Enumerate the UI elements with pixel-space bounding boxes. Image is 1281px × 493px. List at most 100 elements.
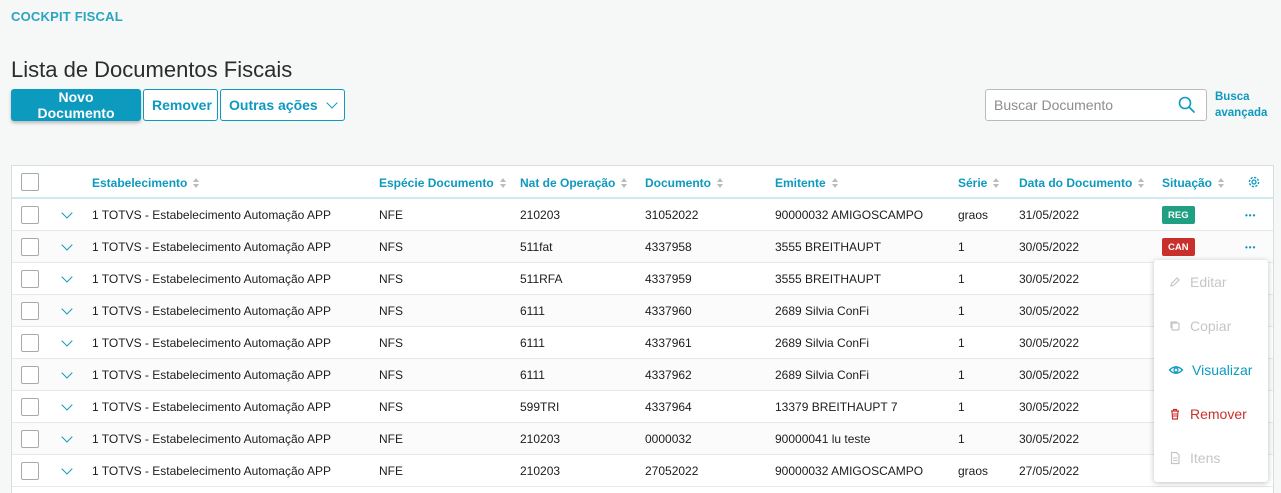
- cell-emitente: 13379 BREITHAUPT 7: [775, 400, 898, 414]
- chevron-down-icon[interactable]: [61, 463, 73, 475]
- row-checkbox[interactable]: [21, 430, 39, 448]
- col-label: Estabelecimento: [92, 175, 188, 190]
- cell-estab: 1 TOTVS - Estabelecimento Automação APP: [92, 304, 332, 318]
- table-row[interactable]: 1 TOTVS - Estabelecimento Automação APP N…: [12, 263, 1273, 295]
- cell-doc: 0000032: [645, 432, 692, 446]
- col-label: Documento: [645, 175, 711, 190]
- cell-doc: 4337960: [645, 304, 692, 318]
- cell-estab: 1 TOTVS - Estabelecimento Automação APP: [92, 368, 332, 382]
- cell-estab: 1 TOTVS - Estabelecimento Automação APP: [92, 336, 332, 350]
- cell-nat: 210203: [520, 464, 561, 478]
- cell-data: 30/05/2022: [1019, 368, 1080, 382]
- table-row[interactable]: 1 TOTVS - Estabelecimento Automação APP N…: [12, 231, 1273, 263]
- cell-nat: 6111: [520, 368, 545, 382]
- table-row[interactable]: 1 TOTVS - Estabelecimento Automação APP N…: [12, 455, 1273, 487]
- table-row[interactable]: 1 TOTVS - Estabelecimento Automação APP N…: [12, 199, 1273, 231]
- cell-nat: 6111: [520, 336, 545, 350]
- chevron-down-icon[interactable]: [61, 367, 73, 379]
- chevron-down-icon[interactable]: [61, 239, 73, 251]
- more-actions-button[interactable]: Outras ações: [220, 89, 345, 121]
- table-row[interactable]: 1 TOTVS - Estabelecimento Automação APP N…: [12, 391, 1273, 423]
- sort-icon: [499, 177, 506, 188]
- cell-data: 30/05/2022: [1019, 336, 1080, 350]
- cell-data: 30/05/2022: [1019, 240, 1080, 254]
- row-checkbox[interactable]: [21, 238, 39, 256]
- more-options-icon[interactable]: •••: [1245, 199, 1256, 231]
- menu-item-copy[interactable]: Copiar: [1154, 304, 1268, 348]
- cell-especie: NFS: [379, 304, 403, 318]
- more-options-icon[interactable]: •••: [1245, 231, 1256, 263]
- cell-serie: 1: [958, 304, 965, 318]
- cell-especie: NFS: [379, 272, 403, 286]
- menu-item-label: Itens: [1190, 450, 1221, 466]
- new-document-button[interactable]: Novo Documento: [11, 89, 141, 121]
- cell-doc: 27052022: [645, 464, 699, 478]
- table-row[interactable]: 1 TOTVS - Estabelecimento Automação APP N…: [12, 359, 1273, 391]
- cell-especie: NFE: [379, 432, 403, 446]
- cell-especie: NFS: [379, 400, 403, 414]
- chevron-down-icon[interactable]: [61, 303, 73, 315]
- breadcrumb[interactable]: COCKPIT FISCAL: [11, 9, 123, 24]
- cell-estab: 1 TOTVS - Estabelecimento Automação APP: [92, 208, 332, 222]
- cell-emitente: 2689 Silvia ConFi: [775, 336, 870, 350]
- cell-estab: 1 TOTVS - Estabelecimento Automação APP: [92, 432, 332, 446]
- cell-doc: 4337959: [645, 272, 692, 286]
- cell-situacao: REG: [1162, 199, 1195, 231]
- col-data[interactable]: Data do Documento: [1019, 166, 1145, 199]
- menu-item-edit[interactable]: Editar: [1154, 260, 1268, 304]
- search-icon[interactable]: [1176, 94, 1198, 116]
- menu-item-label: Editar: [1190, 274, 1227, 290]
- action-bar: Novo Documento Remover Outras ações: [11, 89, 345, 121]
- search-input[interactable]: Buscar Documento: [985, 89, 1207, 121]
- cell-emitente: 3555 BREITHAUPT: [775, 240, 882, 254]
- chevron-down-icon[interactable]: [61, 431, 73, 443]
- menu-item-remove[interactable]: Remover: [1154, 392, 1268, 436]
- row-checkbox[interactable]: [21, 334, 39, 352]
- col-nat-operacao[interactable]: Nat de Operação: [520, 166, 628, 199]
- cell-emitente: 90000041 lu teste: [775, 432, 871, 446]
- advanced-search-link[interactable]: Busca avançada: [1215, 89, 1275, 121]
- row-checkbox[interactable]: [21, 398, 39, 416]
- cell-especie: NFE: [379, 208, 403, 222]
- sort-icon: [621, 177, 628, 188]
- search-placeholder: Buscar Documento: [994, 97, 1114, 113]
- menu-item-items[interactable]: Itens: [1154, 436, 1268, 480]
- cell-nat: 6111: [520, 304, 545, 318]
- cell-nat: 210203: [520, 432, 561, 446]
- col-especie[interactable]: Espécie Documento: [379, 166, 506, 199]
- remove-button[interactable]: Remover: [143, 89, 218, 121]
- col-situacao[interactable]: Situação: [1162, 166, 1225, 199]
- cell-estab: 1 TOTVS - Estabelecimento Automação APP: [92, 464, 332, 478]
- chevron-down-icon[interactable]: [61, 271, 73, 283]
- col-label: Situação: [1162, 175, 1213, 190]
- col-emitente[interactable]: Emitente: [775, 166, 838, 199]
- col-documento[interactable]: Documento: [645, 166, 723, 199]
- table-row[interactable]: 1 TOTVS - Estabelecimento Automação APP N…: [12, 327, 1273, 359]
- cell-doc: 31052022: [645, 208, 699, 222]
- row-checkbox[interactable]: [21, 270, 39, 288]
- gear-icon[interactable]: [1247, 175, 1261, 189]
- chevron-down-icon[interactable]: [61, 335, 73, 347]
- chevron-down-icon[interactable]: [61, 207, 73, 219]
- cell-emitente: 90000032 AMIGOSCAMPO: [775, 464, 924, 478]
- cell-doc: 4337964: [645, 400, 692, 414]
- col-estabelecimento[interactable]: Estabelecimento: [92, 166, 200, 199]
- sort-icon: [993, 177, 1000, 188]
- row-checkbox[interactable]: [21, 462, 39, 480]
- col-serie[interactable]: Série: [958, 166, 1000, 199]
- pencil-icon: [1170, 277, 1180, 287]
- cell-serie: 1: [958, 400, 965, 414]
- cell-doc: 4337958: [645, 240, 692, 254]
- cell-data: 30/05/2022: [1019, 432, 1080, 446]
- table-row[interactable]: 1 TOTVS - Estabelecimento Automação APP N…: [12, 295, 1273, 327]
- cell-emitente: 2689 Silvia ConFi: [775, 368, 870, 382]
- row-checkbox[interactable]: [21, 302, 39, 320]
- menu-item-view[interactable]: Visualizar: [1154, 348, 1268, 392]
- cell-serie: 1: [958, 240, 965, 254]
- row-checkbox[interactable]: [21, 206, 39, 224]
- chevron-down-icon[interactable]: [61, 399, 73, 411]
- select-all-checkbox[interactable]: [21, 173, 39, 191]
- table-row[interactable]: 1 TOTVS - Estabelecimento Automação APP N…: [12, 423, 1273, 455]
- cell-serie: 1: [958, 432, 965, 446]
- row-checkbox[interactable]: [21, 366, 39, 384]
